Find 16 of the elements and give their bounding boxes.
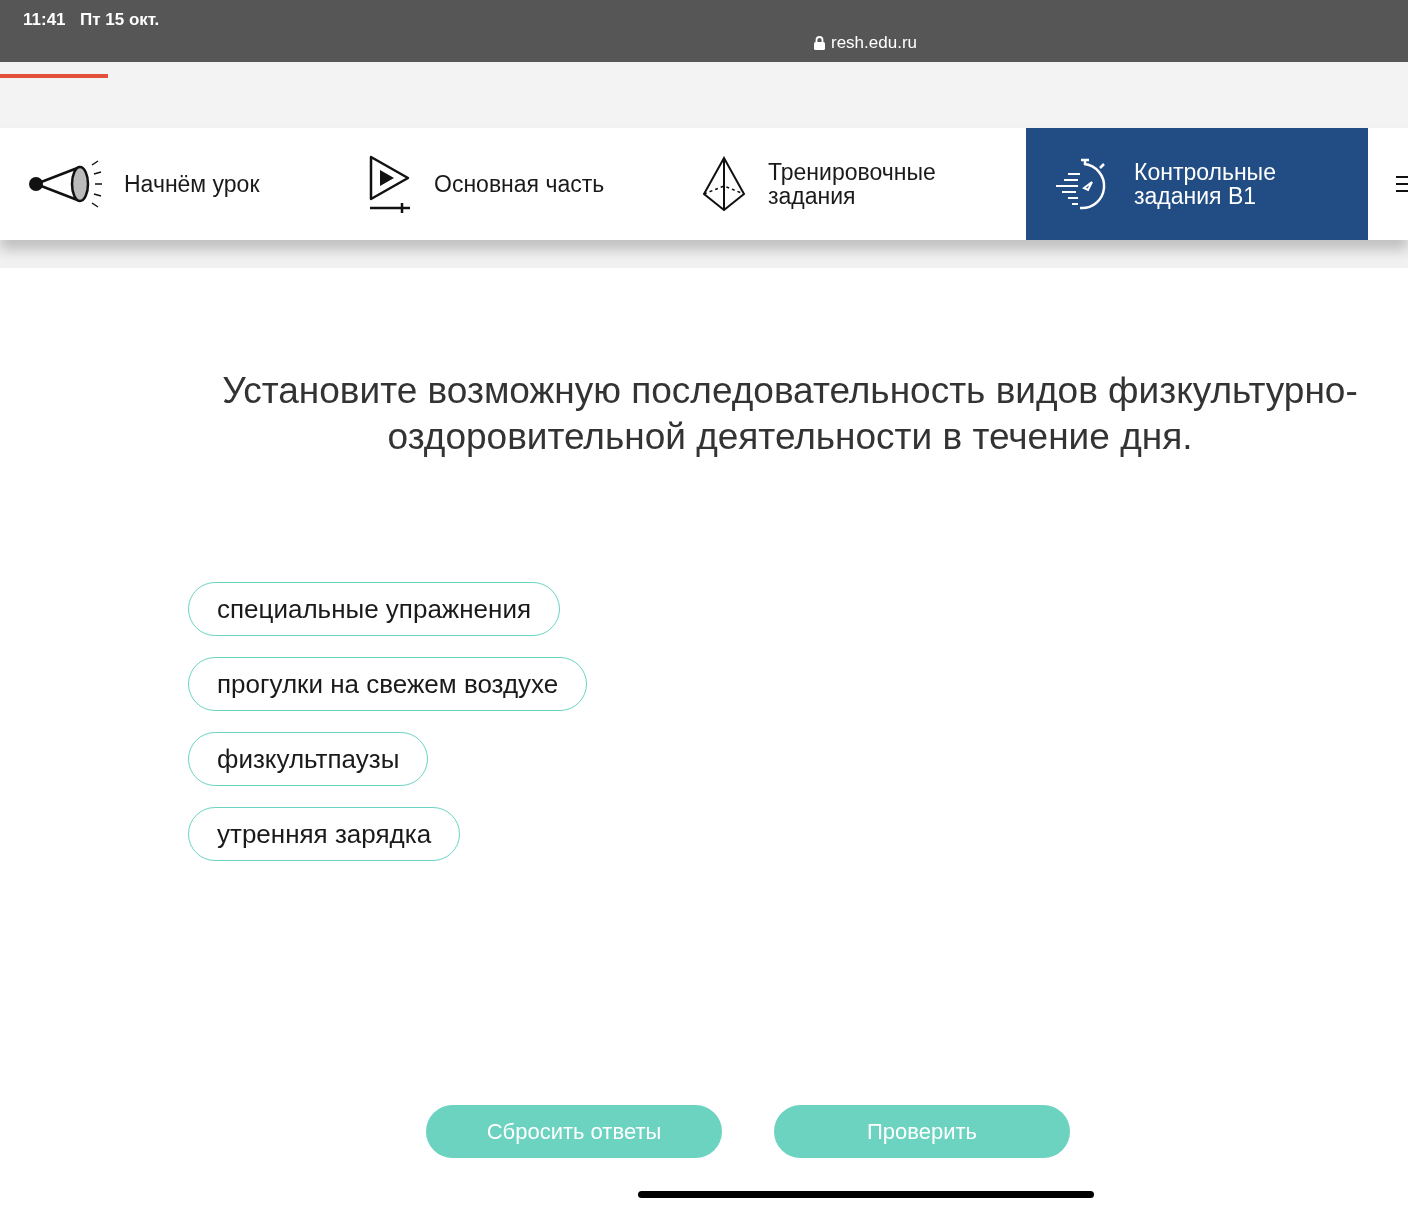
pyramid-icon	[702, 156, 746, 212]
lesson-tab[interactable]: Начнём урок	[0, 128, 340, 240]
play-icon	[368, 155, 412, 213]
answer-option[interactable]: утренняя зарядка	[188, 807, 461, 861]
status-date: Пт 15 окт.	[80, 9, 160, 31]
question-text: Установите возможную последовательность видов физкультурно-оздоровительной деятельности в течение дня.	[221, 369, 1359, 459]
url-text: resh.edu.ru	[831, 32, 917, 54]
lesson-tab[interactable]: Контрольные задания В1	[1026, 128, 1368, 240]
answer-option[interactable]: специальные упражнения	[188, 582, 561, 636]
lesson-tab[interactable]: Тренировочные задания	[690, 128, 1026, 240]
answer-option[interactable]: прогулки на свежем воздухе	[188, 657, 588, 711]
megaphone-icon	[28, 159, 102, 209]
answer-option[interactable]: физкультпаузы	[188, 732, 429, 786]
lock-icon	[814, 35, 825, 50]
status-time: 11:41	[23, 9, 66, 31]
lesson-tab[interactable]: Основная часть	[340, 128, 690, 240]
